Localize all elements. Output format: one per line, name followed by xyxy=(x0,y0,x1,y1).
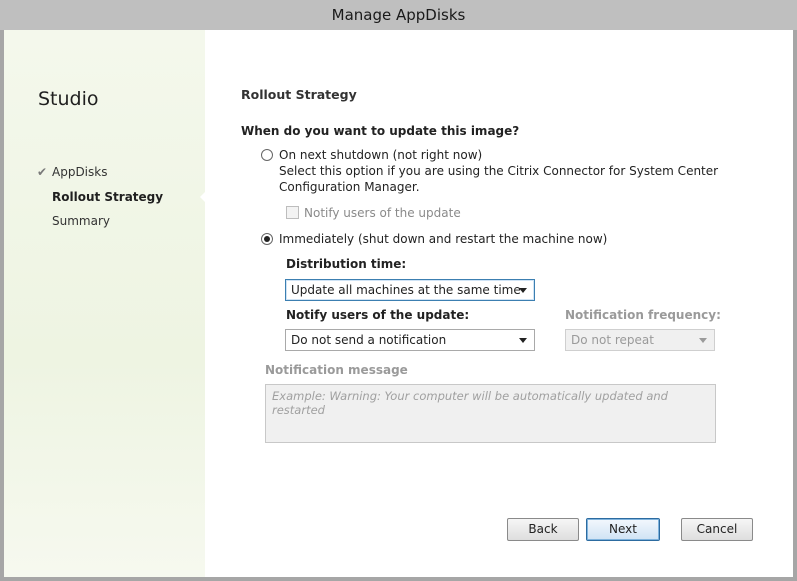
notification-message-textarea[interactable]: Example: Warning: Your computer will be … xyxy=(265,384,716,443)
section-title: Rollout Strategy xyxy=(241,87,357,102)
back-button[interactable]: Back xyxy=(507,518,579,541)
distribution-time-value: Update all machines at the same time xyxy=(291,283,521,297)
notification-frequency-select[interactable]: Do not repeat xyxy=(565,329,715,351)
radio-immediately-label[interactable]: Immediately (shut down and restart the m… xyxy=(279,232,607,246)
shutdown-description-line1: Select this option if you are using the … xyxy=(279,164,719,178)
radio-immediately[interactable] xyxy=(261,233,273,245)
notify-users-label: Notify users of the update: xyxy=(286,308,470,322)
radio-on-next-shutdown-label[interactable]: On next shutdown (not right now) xyxy=(279,148,482,162)
chevron-down-icon xyxy=(699,338,707,343)
sidebar: Studio ✔ AppDisks Rollout Strategy Summa… xyxy=(4,30,205,577)
sidebar-step-label: Rollout Strategy xyxy=(52,190,164,204)
chevron-down-icon xyxy=(519,288,527,293)
sidebar-step-summary: Summary xyxy=(52,214,110,228)
notification-frequency-value: Do not repeat xyxy=(571,333,654,347)
distribution-time-select[interactable]: Update all machines at the same time xyxy=(285,279,535,301)
notify-users-select[interactable]: Do not send a notification xyxy=(285,329,535,351)
notification-message-label: Notification message xyxy=(265,363,408,377)
update-question: When do you want to update this image? xyxy=(241,124,520,138)
notification-frequency-label: Notification frequency: xyxy=(565,308,721,322)
sidebar-title: Studio xyxy=(38,88,99,110)
cancel-button[interactable]: Cancel xyxy=(681,518,753,541)
radio-on-next-shutdown[interactable] xyxy=(261,149,273,161)
notify-users-checkbox[interactable] xyxy=(286,206,299,219)
checkmark-icon: ✔ xyxy=(37,165,48,179)
chevron-down-icon xyxy=(519,338,527,343)
sidebar-step-appdisks: ✔ AppDisks xyxy=(37,165,108,179)
sidebar-step-label: AppDisks xyxy=(52,165,108,179)
distribution-time-label: Distribution time: xyxy=(286,257,407,271)
main-content: Rollout Strategy When do you want to upd… xyxy=(206,30,793,577)
notification-message-placeholder: Example: Warning: Your computer will be … xyxy=(272,389,668,417)
shutdown-description-line2: Configuration Manager. xyxy=(279,180,420,194)
window-title: Manage AppDisks xyxy=(0,0,797,30)
dialog-window: Studio ✔ AppDisks Rollout Strategy Summa… xyxy=(4,30,793,577)
next-button[interactable]: Next xyxy=(586,518,660,541)
notify-users-value: Do not send a notification xyxy=(291,333,447,347)
notify-users-checkbox-label: Notify users of the update xyxy=(304,206,461,220)
sidebar-step-label: Summary xyxy=(52,214,110,228)
sidebar-step-rollout-strategy: Rollout Strategy xyxy=(52,190,163,204)
